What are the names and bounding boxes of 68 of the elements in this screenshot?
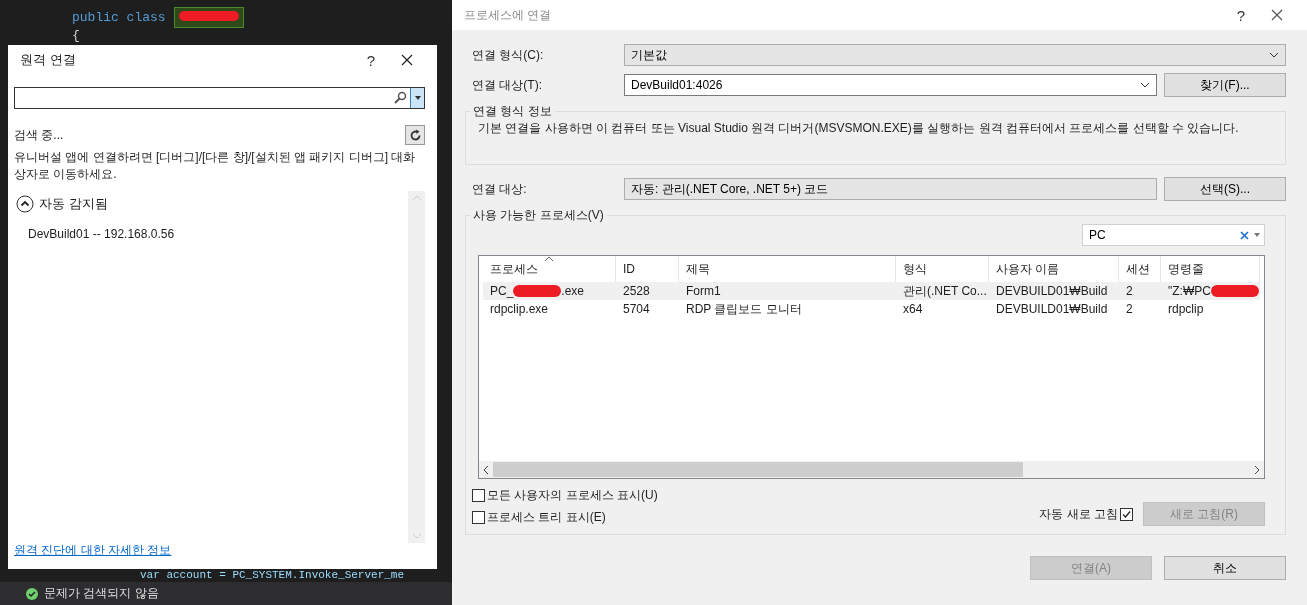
section-header[interactable]: 자동 감지됨: [14, 191, 408, 217]
filter-field[interactable]: PC: [1082, 224, 1265, 246]
redaction-mark: [173, 6, 244, 28]
checkbox-label: 프로세스 트리 표시(E): [487, 509, 606, 526]
field-label: 연결 형식(C):: [472, 46, 545, 64]
checkbox-label: 자동 새로 고침: [1039, 505, 1118, 523]
sort-caret-icon: [544, 256, 554, 262]
table-cell: x64: [903, 302, 923, 316]
process-row[interactable]: PC_ .exe 2528 Form1 관리(.NET Co... DEVBUILD01₩Build 2 "Z:₩PC: [483, 282, 1260, 300]
clear-icon[interactable]: [1240, 230, 1249, 240]
refresh-button[interactable]: [405, 125, 425, 145]
search-icon: [393, 91, 407, 105]
table-cell: "Z:₩PC: [1168, 284, 1211, 298]
connection-target-combo[interactable]: DevBuild01:4026: [624, 74, 1157, 96]
table-cell: rdpclip.exe: [490, 302, 549, 316]
field-label: 연결 대상:: [472, 180, 528, 198]
help-button[interactable]: ?: [1223, 1, 1259, 29]
code-line: var account = PC_SYSTEM.Invoke_Server_me: [140, 569, 406, 582]
table-cell: PC_: [490, 284, 514, 298]
field-label: 연결 대상(T):: [472, 76, 543, 94]
close-icon: [1271, 9, 1283, 21]
find-button[interactable]: 찾기(F)...: [1164, 73, 1286, 97]
group-title: 사용 가능한 프로세스(V): [472, 207, 605, 224]
search-field[interactable]: [14, 87, 425, 109]
table-cell: DEVBUILD01₩Build: [996, 284, 1108, 298]
chevron-circle-icon: [16, 195, 34, 213]
attach-to-field: 자동: 관리(.NET Core, .NET 5+) 코드: [624, 178, 1157, 200]
table-cell: RDP 클립보드 모니터: [686, 300, 802, 318]
dropdown-button[interactable]: [410, 88, 424, 108]
table-cell: 관리(.NET Co...: [903, 282, 987, 300]
hint-text: 유니버설 앱에 연결하려면 [디버그]/[다른 창]/[설치된 앱 패키지 디버그] 대화 상자로 이동하세요.: [14, 149, 417, 183]
table-cell: Form1: [686, 284, 721, 298]
code-line: public class: [72, 9, 166, 25]
searching-text: 검색 중...: [14, 126, 64, 144]
dialog-title: 프로세스에 연결: [464, 6, 553, 24]
caret-icon[interactable]: [1254, 233, 1260, 237]
info-text: 기본 연결을 사용하면 이 컴퓨터 또는 Visual Studio 원격 디버거(MSVSMON.EXE)를 실행하는 원격 컴퓨터에서 프로세스를 선택할 수 있습니다.: [478, 120, 1240, 137]
connection-type-select[interactable]: 기본값: [624, 44, 1286, 66]
scroll-left-icon[interactable]: [483, 465, 489, 474]
horizontal-scrollbar[interactable]: [479, 461, 1264, 478]
refresh-icon: [408, 128, 422, 142]
table-cell: .exe: [561, 284, 585, 298]
table-cell: DEVBUILD01₩Build: [996, 302, 1108, 316]
table-cell: 2: [1126, 284, 1133, 298]
chevron-down-icon: [1140, 82, 1150, 88]
status-text: 문제가 검색되지 않음: [44, 585, 159, 602]
checkbox[interactable]: [472, 489, 485, 502]
cancel-button[interactable]: 취소: [1164, 556, 1286, 580]
scroll-right-icon[interactable]: [1254, 465, 1260, 474]
code-line: {: [72, 27, 80, 43]
chevron-down-icon: [1269, 52, 1279, 58]
close-icon: [401, 54, 413, 66]
checkbox[interactable]: [472, 511, 485, 524]
table-cell: 2: [1126, 302, 1133, 316]
table-cell: 2528: [623, 284, 650, 298]
table-cell: 5704: [623, 302, 650, 316]
process-row[interactable]: rdpclip.exe 5704 RDP 클립보드 모니터 x64 DEVBUILD01₩Build 2 rdpclip: [483, 300, 1260, 318]
help-button[interactable]: ?: [353, 46, 389, 74]
select-button[interactable]: 선택(S)...: [1164, 177, 1286, 201]
group-title: 연결 형식 정보: [472, 103, 553, 120]
diagnostics-link[interactable]: 원격 진단에 대한 자세한 정보: [14, 542, 408, 559]
remote-device-item[interactable]: DevBuild01 -- 192.168.0.56: [14, 217, 408, 241]
checkbox[interactable]: [1120, 507, 1133, 521]
table-cell: rdpclip: [1168, 302, 1204, 316]
dialog-title: 원격 연결: [20, 51, 77, 69]
check-circle-icon: [26, 587, 38, 600]
caret-icon: [414, 96, 421, 100]
checkbox-label: 모든 사용자의 프로세스 표시(U): [487, 487, 658, 504]
